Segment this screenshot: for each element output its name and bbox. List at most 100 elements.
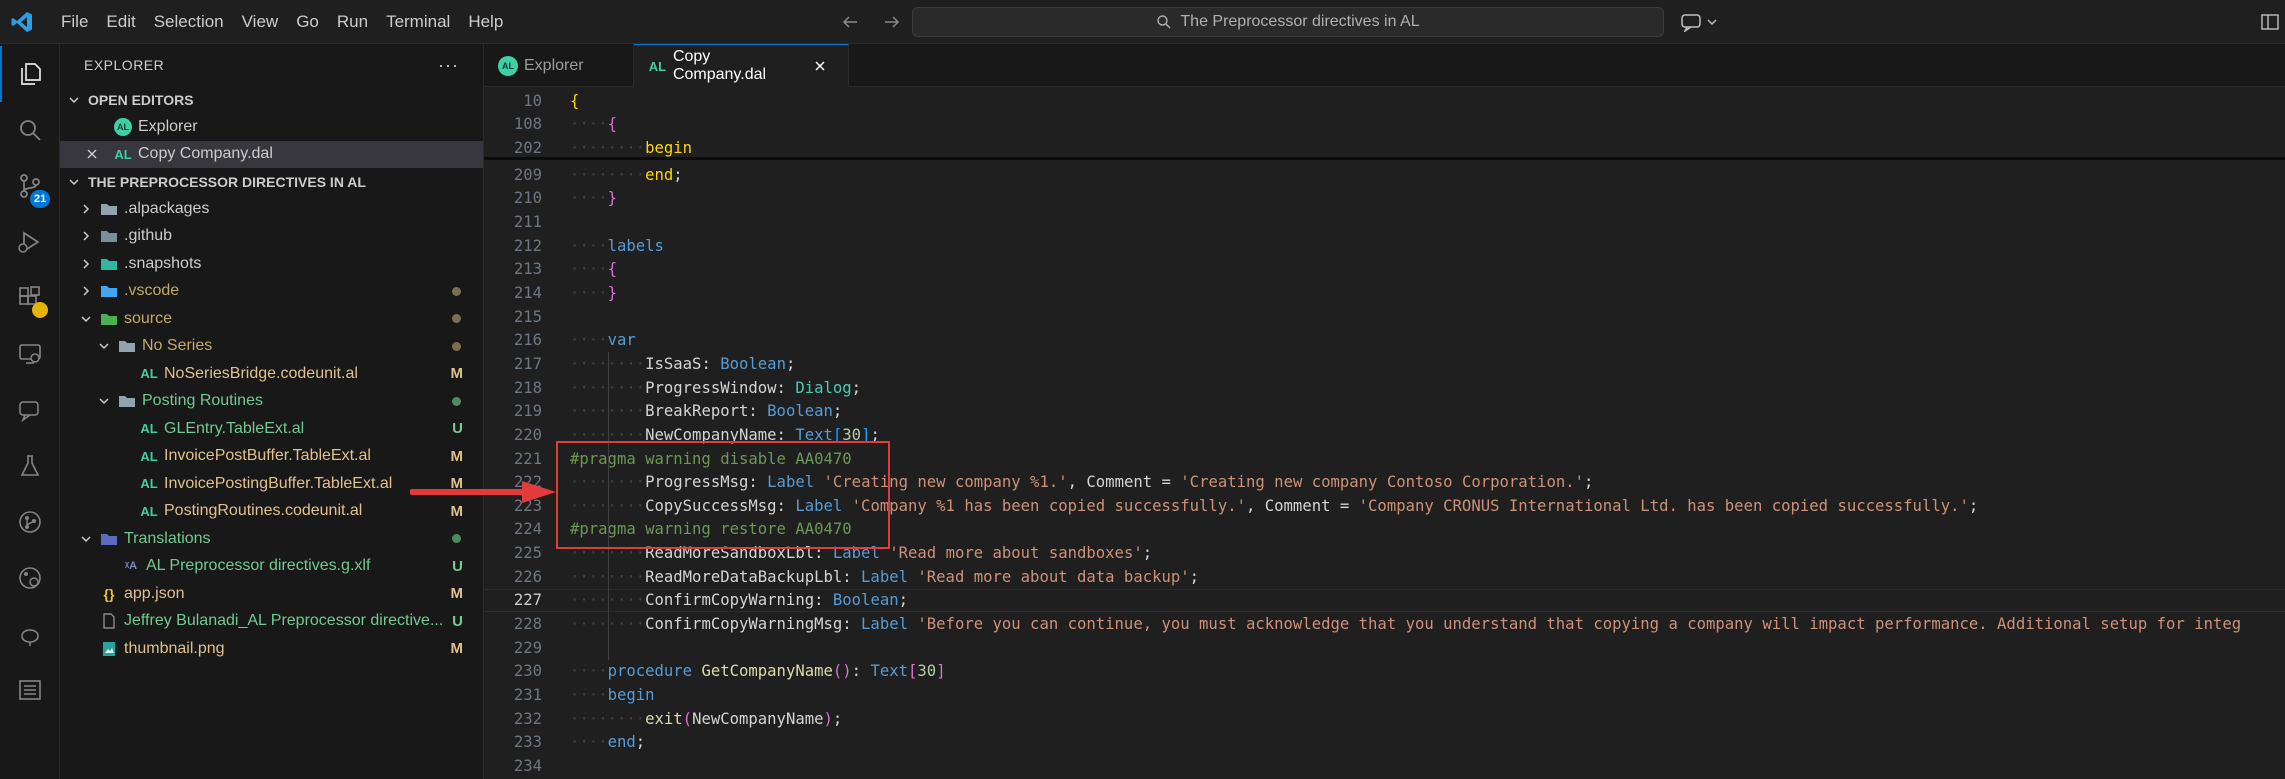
tree-item-label: PostingRoutines.codeunit.al bbox=[164, 502, 363, 520]
code-token: 30 bbox=[917, 662, 937, 681]
menu-view[interactable]: View bbox=[233, 8, 288, 36]
tree-file[interactable]: {} app.json M bbox=[60, 580, 483, 608]
code-token: { bbox=[570, 91, 580, 110]
chevron-down-icon bbox=[1707, 19, 1717, 26]
search-icon bbox=[1157, 15, 1171, 29]
search-icon[interactable] bbox=[0, 102, 60, 158]
code-token: Label bbox=[861, 567, 908, 586]
tree-file[interactable]: AL GLEntry.TableExt.al U bbox=[60, 415, 483, 443]
open-editor-item[interactable]: AL Copy Company.dal bbox=[60, 140, 483, 168]
code-text: ····} bbox=[570, 189, 617, 207]
chevron-down-icon[interactable] bbox=[78, 311, 94, 327]
menu-go[interactable]: Go bbox=[287, 8, 328, 36]
open-editor-label: Explorer bbox=[138, 117, 198, 135]
whitespace-dots: ···· bbox=[570, 189, 608, 208]
more-actions-icon[interactable]: ··· bbox=[438, 55, 459, 76]
tree-item-label: thumbnail.png bbox=[124, 639, 225, 657]
line-number: 230 bbox=[513, 662, 542, 681]
git-status-letter: M bbox=[450, 640, 464, 658]
code-line: 228 ········ConfirmCopyWarningMsg: Label … bbox=[484, 612, 2285, 636]
chat-icon[interactable] bbox=[0, 382, 60, 438]
explorer-icon[interactable] bbox=[0, 46, 60, 102]
code-editor[interactable]: 10{108 ····{202 ········begin 209 ········en… bbox=[484, 87, 2285, 779]
forward-arrow-icon[interactable] bbox=[880, 10, 904, 34]
red-arrow-annotation bbox=[410, 481, 556, 503]
code-token: ; bbox=[832, 402, 843, 421]
code-token: ; bbox=[1142, 544, 1153, 563]
tree-file[interactable]: AL NoSeriesBridge.codeunit.al M bbox=[60, 360, 483, 388]
tree-folder[interactable]: No Series bbox=[60, 333, 483, 361]
line-number: 220 bbox=[513, 425, 542, 444]
tree-folder[interactable]: Posting Routines bbox=[60, 388, 483, 416]
open-editors-section[interactable]: OPEN EDITORS bbox=[60, 86, 483, 113]
tree-file[interactable]: ᵡA AL Preprocessor directives.g.xlf U bbox=[60, 553, 483, 581]
tree-item-label: .vscode bbox=[124, 282, 180, 300]
code-text: ········end; bbox=[570, 166, 683, 184]
extensions-icon[interactable] bbox=[0, 270, 60, 326]
testing-icon[interactable] bbox=[0, 438, 60, 494]
tab-label: Copy Company.dal bbox=[672, 48, 767, 83]
open-editor-item[interactable]: AL Explorer bbox=[60, 113, 483, 141]
git-status-dot bbox=[452, 286, 461, 296]
chevron-down-icon[interactable] bbox=[96, 338, 112, 354]
tree-folder[interactable]: .vscode bbox=[60, 278, 483, 306]
remote-explorer-icon[interactable] bbox=[0, 326, 60, 382]
menu-edit[interactable]: Edit bbox=[97, 8, 144, 36]
tree-folder[interactable]: .snapshots bbox=[60, 250, 483, 278]
menu-selection[interactable]: Selection bbox=[145, 8, 233, 36]
layout-icon[interactable] bbox=[2260, 12, 2280, 32]
git-graph-icon[interactable] bbox=[0, 494, 60, 550]
menu-help[interactable]: Help bbox=[459, 8, 512, 36]
command-center-search[interactable]: The Preprocessor directives in AL bbox=[912, 7, 1664, 37]
open-editors-title: OPEN EDITORS bbox=[88, 91, 194, 108]
chevron-right-icon[interactable] bbox=[78, 201, 94, 217]
copilot-chat-button[interactable] bbox=[1680, 10, 1722, 34]
gitlens-icon[interactable] bbox=[0, 550, 60, 606]
chevron-down-icon bbox=[66, 92, 82, 108]
tree-file[interactable]: Jeffrey Bulanadi_AL Preprocessor directi… bbox=[60, 608, 483, 636]
al-icon: AL bbox=[140, 421, 158, 437]
tree-file[interactable]: AL InvoicePostBuffer.TableExt.al M bbox=[60, 443, 483, 471]
code-text: ····var bbox=[570, 331, 636, 349]
code-token: BreakReport bbox=[645, 402, 749, 421]
menu-terminal[interactable]: Terminal bbox=[377, 8, 459, 36]
tree-folder[interactable]: Translations bbox=[60, 525, 483, 553]
whitespace-dots: ···· bbox=[570, 686, 608, 705]
github-folder-icon bbox=[100, 227, 118, 245]
workspace-section[interactable]: THE PREPROCESSOR DIRECTIVES IN AL bbox=[60, 168, 483, 195]
tree-file[interactable]: thumbnail.png M bbox=[60, 635, 483, 663]
run-debug-icon[interactable] bbox=[0, 214, 60, 270]
chevron-down-icon[interactable] bbox=[96, 393, 112, 409]
tree-folder[interactable]: source bbox=[60, 305, 483, 333]
whitespace-dots: ···· bbox=[570, 236, 608, 255]
chevron-down-icon[interactable] bbox=[78, 531, 94, 547]
close-icon[interactable] bbox=[813, 58, 828, 74]
chevron-right-icon[interactable] bbox=[78, 283, 94, 299]
tab-explorer[interactable]: AL Explorer bbox=[484, 44, 634, 87]
source-control-icon[interactable]: 21 bbox=[0, 158, 60, 214]
git-status-dot bbox=[452, 534, 461, 544]
code-token: ; bbox=[898, 591, 908, 610]
al-round-icon: AL bbox=[114, 117, 132, 136]
tab-copy-company[interactable]: AL Copy Company.dal bbox=[634, 44, 849, 87]
code-token: Boolean bbox=[767, 402, 833, 421]
back-arrow-icon[interactable] bbox=[838, 10, 862, 34]
line-number: 108 bbox=[513, 115, 542, 134]
code-line: 234 bbox=[484, 754, 2285, 778]
line-number: 10 bbox=[523, 91, 542, 110]
outline-list-icon[interactable] bbox=[0, 662, 60, 718]
chevron-right-icon[interactable] bbox=[78, 228, 94, 244]
tree-folder[interactable]: .alpackages bbox=[60, 195, 483, 223]
menu-run[interactable]: Run bbox=[328, 8, 377, 36]
code-token: begin bbox=[645, 139, 693, 158]
menu-file[interactable]: File bbox=[52, 8, 97, 36]
tree-folder[interactable]: .github bbox=[60, 223, 483, 251]
chevron-right-icon[interactable] bbox=[78, 256, 94, 272]
close-icon[interactable] bbox=[84, 146, 100, 162]
al-explorer-icon[interactable] bbox=[0, 606, 60, 662]
line-number: 217 bbox=[513, 354, 542, 373]
code-token: ; bbox=[1968, 496, 1979, 515]
line-number: 209 bbox=[513, 165, 542, 184]
